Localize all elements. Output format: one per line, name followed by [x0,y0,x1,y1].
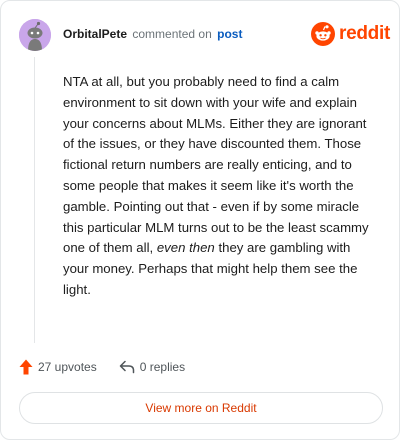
reply-count: 0 replies [139,360,186,374]
reply-arrow-icon [119,360,134,374]
comment-body-emphasis: even then [156,240,215,256]
brand-wordmark: reddit [339,23,390,44]
snoo-avatar-icon [19,19,51,51]
upvote-button[interactable]: 27 upvotes [19,359,97,375]
post-link[interactable]: post [217,27,242,41]
thread-line [34,57,35,343]
action-text: commented on [132,27,212,41]
comment-card: OrbitalPete commented on post reddit NTA… [0,0,400,440]
comment-header: OrbitalPete commented on post [63,27,242,41]
reddit-logo[interactable]: reddit [311,21,390,47]
comment-actions: 27 upvotes 0 replies [19,359,207,375]
comment-body-part-1: NTA at all, but you probably need to fin… [63,74,369,256]
reply-button[interactable]: 0 replies [119,360,185,374]
upvote-count: 27 upvotes [38,360,97,374]
reddit-snoo-icon [311,22,335,46]
avatar[interactable] [19,19,51,51]
view-more-button[interactable]: View more on Reddit [19,392,383,424]
upvote-arrow-icon [19,359,33,375]
username[interactable]: OrbitalPete [63,27,127,41]
comment-body: NTA at all, but you probably need to fin… [63,72,375,301]
